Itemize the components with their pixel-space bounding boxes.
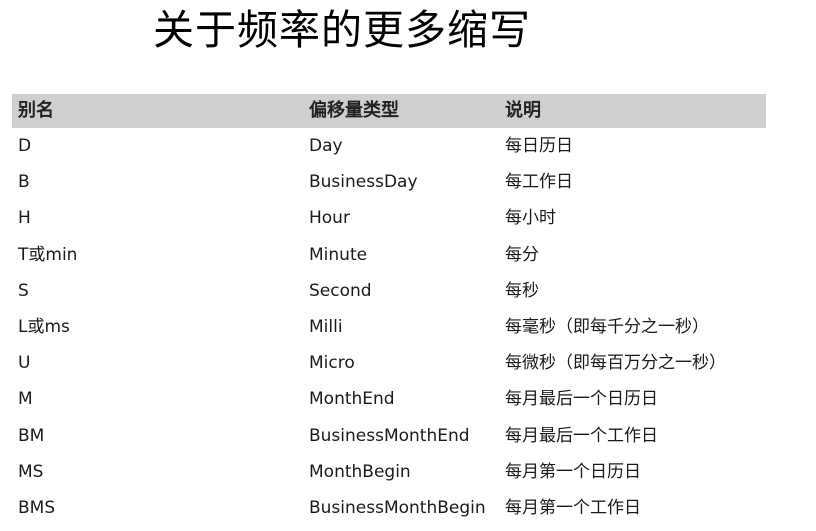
header-offset-type: 偏移量类型	[309, 100, 399, 121]
alias-cell: U	[18, 353, 31, 374]
table-row: H Hour 每小时	[12, 200, 766, 236]
alias-cell: BM	[18, 425, 45, 446]
table-row: BMS BusinessMonthBegin 每月第一个工作日	[12, 490, 766, 526]
alias-cell: L或ms	[18, 316, 70, 337]
offset-type-cell: BusinessDay	[309, 172, 418, 193]
table-row: S Second 每秒	[12, 273, 766, 309]
offset-type-cell: Hour	[309, 208, 350, 229]
description-cell: 每月最后一个日历日	[505, 389, 658, 410]
offset-type-cell: MonthBegin	[309, 461, 411, 482]
description-cell: 每日历日	[505, 136, 573, 156]
frequency-table: 别名 偏移量类型 说明 D Day 每日历日 B BusinessDay 每工作…	[12, 94, 766, 526]
description-cell: 每小时	[505, 208, 556, 229]
alias-cell: M	[18, 389, 33, 410]
description-cell: 每微秒（即每百万分之一秒）	[505, 353, 726, 374]
alias-cell: S	[18, 280, 29, 301]
header-alias: 别名	[18, 100, 54, 121]
alias-cell: B	[18, 172, 30, 193]
table-row: U Micro 每微秒（即每百万分之一秒）	[12, 345, 766, 381]
offset-type-cell: Micro	[309, 353, 355, 374]
table-row: B BusinessDay 每工作日	[12, 164, 766, 200]
table-row: L或ms Milli 每毫秒（即每千分之一秒）	[12, 309, 766, 345]
table-row: MS MonthBegin 每月第一个日历日	[12, 454, 766, 490]
table-row: D Day 每日历日	[12, 128, 766, 164]
page-title: 关于频率的更多缩写	[153, 6, 531, 54]
offset-type-cell: Second	[309, 280, 372, 301]
table-row: BM BusinessMonthEnd 每月最后一个工作日	[12, 418, 766, 454]
header-description: 说明	[505, 100, 541, 121]
offset-type-cell: BusinessMonthBegin	[309, 497, 486, 518]
description-cell: 每秒	[505, 280, 539, 301]
alias-cell: T或min	[18, 244, 78, 265]
offset-type-cell: Milli	[309, 316, 343, 337]
description-cell: 每月第一个工作日	[505, 497, 641, 518]
description-cell: 每毫秒（即每千分之一秒）	[505, 316, 709, 337]
description-cell: 每分	[505, 244, 539, 265]
alias-cell: D	[18, 136, 32, 156]
description-cell: 每工作日	[505, 172, 573, 193]
alias-cell: H	[18, 208, 31, 229]
table-header: 别名 偏移量类型 说明	[12, 94, 766, 128]
offset-type-cell: BusinessMonthEnd	[309, 425, 470, 446]
alias-cell: MS	[18, 461, 44, 482]
description-cell: 每月第一个日历日	[505, 461, 641, 482]
offset-type-cell: Day	[309, 136, 343, 156]
alias-cell: BMS	[18, 497, 56, 518]
offset-type-cell: Minute	[309, 244, 368, 265]
offset-type-cell: MonthEnd	[309, 389, 395, 410]
description-cell: 每月最后一个工作日	[505, 425, 658, 446]
table-row: T或min Minute 每分	[12, 237, 766, 273]
table-row: M MonthEnd 每月最后一个日历日	[12, 381, 766, 417]
